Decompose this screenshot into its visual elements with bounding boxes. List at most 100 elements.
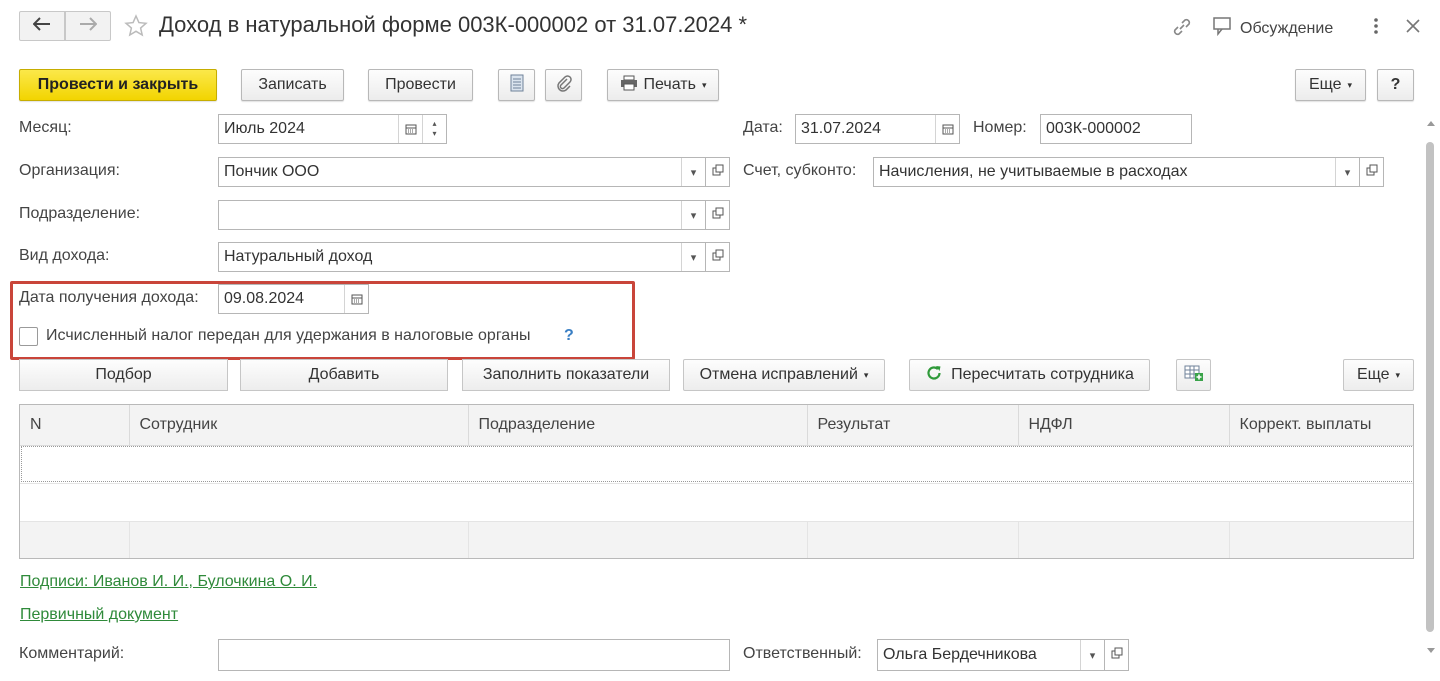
column-header-ndfl[interactable]: НДФЛ xyxy=(1018,405,1230,446)
vertical-scrollbar[interactable] xyxy=(1423,120,1437,660)
division-field[interactable]: ▾ xyxy=(218,200,706,230)
chevron-down-icon: ▾ xyxy=(701,79,707,90)
column-header-payment-correction[interactable]: Коррект. выплаты xyxy=(1229,405,1413,446)
table-cell xyxy=(1229,521,1413,558)
organization-value: Пончик ООО xyxy=(224,163,320,180)
table-footer-row xyxy=(20,521,1413,558)
open-income-type-button[interactable] xyxy=(706,242,730,272)
dropdown-arrow-icon[interactable]: ▾ xyxy=(681,158,705,186)
table-row[interactable] xyxy=(20,445,1413,484)
table-cell[interactable] xyxy=(1018,483,1229,522)
open-account-button[interactable] xyxy=(1360,157,1384,187)
responsible-field[interactable]: Ольга Бердечникова ▾ xyxy=(877,639,1105,671)
division-label: Подразделение: xyxy=(19,205,141,222)
open-icon xyxy=(712,206,724,224)
cancel-corrections-button[interactable]: Отмена исправлений ▾ xyxy=(683,359,885,391)
table-cell[interactable] xyxy=(807,445,1018,484)
table-cell[interactable] xyxy=(20,445,129,484)
step-down-icon[interactable]: ▾ xyxy=(432,129,436,139)
table-cell[interactable] xyxy=(1018,445,1229,484)
table-cell[interactable] xyxy=(468,483,807,522)
back-button[interactable] xyxy=(19,11,65,41)
open-responsible-button[interactable] xyxy=(1105,639,1129,671)
chevron-down-icon: ▾ xyxy=(1347,79,1353,90)
table-cell[interactable] xyxy=(468,445,807,484)
column-header-division[interactable]: Подразделение xyxy=(468,405,808,446)
table-cell xyxy=(129,521,469,558)
scrollbar-thumb[interactable] xyxy=(1426,142,1434,632)
fill-indicators-button[interactable]: Заполнить показатели xyxy=(462,359,670,391)
table-cell[interactable] xyxy=(1229,445,1413,484)
recalculate-employee-button[interactable]: Пересчитать сотрудника xyxy=(909,359,1150,391)
table-cell[interactable] xyxy=(807,483,1018,522)
table-cell[interactable] xyxy=(1229,483,1413,522)
save-button[interactable]: Записать xyxy=(241,69,344,101)
dropdown-arrow-icon[interactable]: ▾ xyxy=(1335,158,1359,186)
month-value: Июль 2024 xyxy=(224,120,305,137)
add-button[interactable]: Добавить xyxy=(240,359,448,391)
number-field[interactable]: 003К-000002 xyxy=(1040,114,1192,144)
column-header-n[interactable]: N xyxy=(20,405,130,446)
column-header-result[interactable]: Результат xyxy=(807,405,1019,446)
more-button[interactable]: Еще ▾ xyxy=(1295,69,1366,101)
tax-transferred-label[interactable]: Исчисленный налог передан для удержания … xyxy=(46,327,531,345)
paperclip-icon xyxy=(555,74,573,97)
attach-button[interactable] xyxy=(545,69,582,101)
dropdown-arrow-icon[interactable]: ▾ xyxy=(681,201,705,229)
dropdown-arrow-icon[interactable]: ▾ xyxy=(681,243,705,271)
post-and-close-button[interactable]: Провести и закрыть xyxy=(19,69,217,101)
arrow-left-icon xyxy=(32,16,51,36)
organization-field[interactable]: Пончик ООО ▾ xyxy=(218,157,706,187)
dropdown-arrow-icon[interactable]: ▾ xyxy=(1080,640,1104,670)
table-cell[interactable] xyxy=(129,483,468,522)
account-value: Начисления, не учитываемые в расходах xyxy=(879,163,1188,180)
primary-document-link[interactable]: Первичный документ xyxy=(20,606,178,624)
number-label: Номер: xyxy=(973,119,1027,136)
cancel-corrections-label: Отмена исправлений xyxy=(699,366,858,383)
date-field[interactable]: 31.07.2024 xyxy=(795,114,960,144)
calendar-icon[interactable] xyxy=(935,115,959,143)
open-division-button[interactable] xyxy=(706,200,730,230)
help-button[interactable]: ? xyxy=(1377,69,1414,101)
month-stepper[interactable]: ▴ ▾ xyxy=(422,115,446,143)
income-date-field[interactable]: 09.08.2024 xyxy=(218,284,369,314)
account-field[interactable]: Начисления, не учитываемые в расходах ▾ xyxy=(873,157,1360,187)
comment-field[interactable] xyxy=(218,639,730,671)
printer-icon xyxy=(620,75,638,96)
calendar-icon[interactable] xyxy=(398,115,422,143)
scroll-down-icon[interactable] xyxy=(1427,648,1435,654)
column-header-employee[interactable]: Сотрудник xyxy=(129,405,469,446)
table-cell xyxy=(468,521,808,558)
discussion-button[interactable]: Обсуждение xyxy=(1212,16,1333,41)
table-cell[interactable] xyxy=(129,445,468,484)
calendar-icon[interactable] xyxy=(344,285,368,313)
scroll-up-icon[interactable] xyxy=(1427,120,1435,126)
forward-button[interactable] xyxy=(65,11,111,41)
table-row[interactable] xyxy=(20,483,1413,522)
more-vertical-icon[interactable] xyxy=(1368,15,1384,42)
signatures-link[interactable]: Подписи: Иванов И. И., Булочкина О. И. xyxy=(20,573,317,591)
open-organization-button[interactable] xyxy=(706,157,730,187)
month-field[interactable]: Июль 2024 ▴ ▾ xyxy=(218,114,447,144)
post-button[interactable]: Провести xyxy=(368,69,473,101)
date-label: Дата: xyxy=(743,119,783,136)
tax-transferred-checkbox[interactable] xyxy=(19,327,38,346)
help-hint-icon[interactable]: ? xyxy=(564,327,574,345)
favorite-star-icon[interactable] xyxy=(124,14,148,43)
chevron-down-icon: ▾ xyxy=(1395,369,1401,380)
link-icon[interactable] xyxy=(1171,16,1193,43)
step-up-icon[interactable]: ▴ xyxy=(432,119,436,129)
more-label: Еще xyxy=(1308,76,1342,93)
income-type-field[interactable]: Натуральный доход ▾ xyxy=(218,242,706,272)
organization-label: Организация: xyxy=(19,162,120,179)
print-button[interactable]: Печать ▾ xyxy=(607,69,719,101)
close-icon[interactable] xyxy=(1403,16,1423,41)
add-table-row-button[interactable] xyxy=(1176,359,1211,391)
document-list-button[interactable] xyxy=(498,69,535,101)
open-icon xyxy=(1366,163,1378,181)
table-more-button[interactable]: Еще ▾ xyxy=(1343,359,1414,391)
employees-table[interactable]: N Сотрудник Подразделение Результат НДФЛ… xyxy=(19,404,1414,559)
comment-label: Комментарий: xyxy=(19,645,125,662)
table-cell[interactable] xyxy=(20,483,129,522)
select-button[interactable]: Подбор xyxy=(19,359,228,391)
